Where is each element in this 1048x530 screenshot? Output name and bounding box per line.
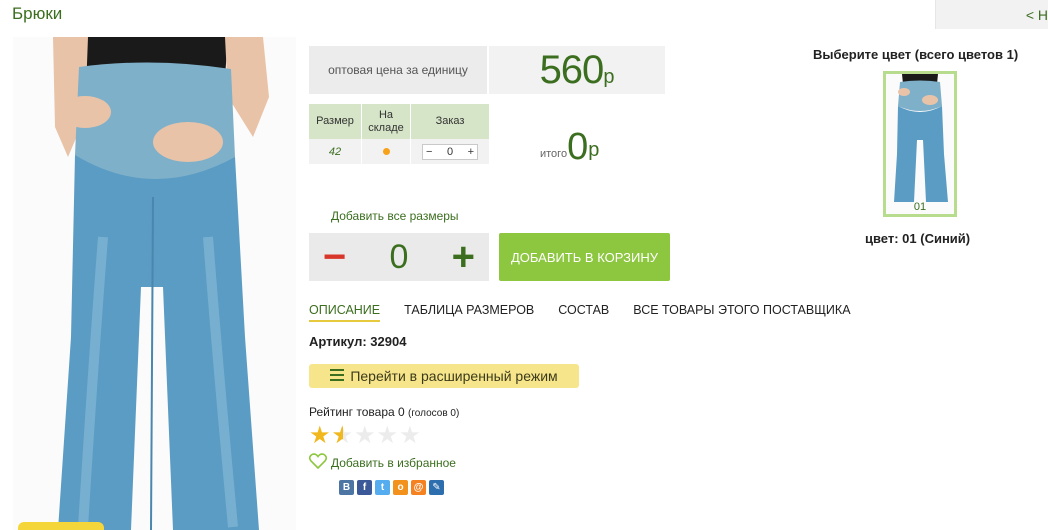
table-row: 42 − 0 + xyxy=(309,139,490,164)
back-link[interactable]: < Н xyxy=(935,0,1048,29)
order-header: Заказ xyxy=(410,104,490,139)
stock-cell xyxy=(361,139,411,164)
list-icon xyxy=(330,368,345,384)
star-half-icon[interactable]: ★ xyxy=(332,424,354,449)
vk-icon[interactable]: В xyxy=(339,480,354,495)
total-value: 0 xyxy=(567,126,589,168)
increase-button[interactable]: + xyxy=(452,237,475,277)
in-stock-dot-icon xyxy=(382,147,390,155)
product-tabs: ОПИСАНИЕ ТАБЛИЦА РАЗМЕРОВ СОСТАВ ВСЕ ТОВ… xyxy=(309,303,851,322)
color-picker-title: Выберите цвет (всего цветов 1) xyxy=(813,47,1019,62)
star-empty-icon[interactable]: ★ xyxy=(377,424,399,448)
advanced-mode-button[interactable]: Перейти в расширенный режим xyxy=(309,364,579,388)
photo-badge xyxy=(18,522,104,530)
tab-composition[interactable]: СОСТАВ xyxy=(558,303,609,322)
star-empty-icon[interactable]: ★ xyxy=(354,424,376,448)
rating-votes: (голосов 0) xyxy=(408,408,460,419)
rating-stars[interactable]: ★ ★ ★ ★ ★ xyxy=(309,424,421,449)
quantity-value[interactable]: 0 xyxy=(390,238,409,277)
mailru-icon[interactable]: @ xyxy=(411,480,426,495)
stock-header: На складе xyxy=(361,104,411,139)
order-plus-button[interactable]: + xyxy=(468,146,474,158)
price-label: оптовая цена за единицу xyxy=(309,46,487,94)
rating-text: Рейтинг товара 0 xyxy=(309,405,405,419)
order-minus-button[interactable]: − xyxy=(426,146,432,158)
stock-header-label: На складе xyxy=(368,108,404,134)
price-currency: р xyxy=(603,65,615,88)
favorites-label: Добавить в избранное xyxy=(331,455,456,470)
order-cell: − 0 + xyxy=(410,139,490,164)
total: итого 0 р xyxy=(540,128,599,166)
heart-icon xyxy=(308,453,328,472)
advanced-mode-label: Перейти в расширенный режим xyxy=(350,368,558,384)
decrease-button[interactable]: − xyxy=(323,237,346,277)
tab-size-chart[interactable]: ТАБЛИЦА РАЗМЕРОВ xyxy=(404,303,534,322)
social-share: В f t о @ ✎ xyxy=(339,480,444,495)
price-number: 560 xyxy=(539,47,605,92)
article-number: Артикул: 32904 xyxy=(309,334,407,349)
total-currency: р xyxy=(588,139,600,161)
price-value: 560 р xyxy=(489,46,665,94)
order-stepper[interactable]: − 0 + xyxy=(422,143,478,160)
add-to-cart-button[interactable]: ДОБАВИТЬ В КОРЗИНУ xyxy=(499,233,670,281)
color-swatch[interactable] xyxy=(883,71,957,217)
size-cell: 42 xyxy=(309,139,362,164)
add-all-sizes-link[interactable]: Добавить все размеры xyxy=(331,209,459,223)
quantity-stepper[interactable]: − 0 + xyxy=(309,233,489,281)
swatch-label: 01 xyxy=(913,201,927,213)
order-qty[interactable]: 0 xyxy=(447,146,453,158)
tab-supplier-products[interactable]: ВСЕ ТОВАРЫ ЭТОГО ПОСТАВЩИКА xyxy=(633,303,850,322)
add-to-favorites[interactable]: Добавить в избранное xyxy=(308,453,456,472)
star-empty-icon[interactable]: ★ xyxy=(399,424,421,448)
selected-color: цвет: 01 (Синий) xyxy=(865,231,971,246)
tab-description[interactable]: ОПИСАНИЕ xyxy=(309,303,381,322)
size-table: Размер На складе Заказ 42 − 0 + xyxy=(309,104,490,164)
page-title: Брюки xyxy=(12,4,63,23)
livejournal-icon[interactable]: ✎ xyxy=(429,480,444,495)
total-label: итого xyxy=(540,148,568,160)
product-rating: Рейтинг товара 0 (голосов 0) xyxy=(309,405,459,419)
odnoklassniki-icon[interactable]: о xyxy=(393,480,408,495)
size-header: Размер xyxy=(309,104,362,139)
twitter-icon[interactable]: t xyxy=(375,480,390,495)
star-icon[interactable]: ★ xyxy=(309,424,331,448)
product-photo[interactable] xyxy=(13,37,296,530)
facebook-icon[interactable]: f xyxy=(357,480,372,495)
